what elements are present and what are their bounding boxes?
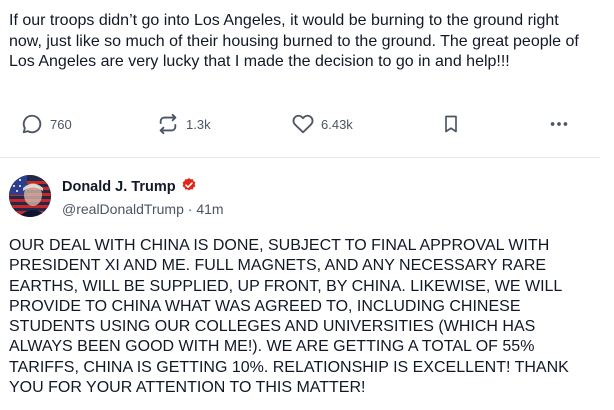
previous-post-actions: 760 1.3k 6.43k [0,110,600,138]
timestamp[interactable]: 41m [196,201,223,217]
avatar[interactable] [9,175,51,217]
previous-post-text: If our troops didn’t go into Los Angeles… [9,12,579,70]
like-button[interactable]: 6.43k [292,110,353,138]
reply-button[interactable]: 760 [21,110,72,138]
retruth-button[interactable]: 1.3k [157,110,211,138]
scrollbar[interactable] [600,0,614,410]
retruth-arrows-icon [157,113,179,135]
more-options-button[interactable] [548,110,570,138]
flag-portrait-avatar-icon [9,175,51,217]
handle-line: @realDonaldTrump · 41m [62,201,224,217]
handle[interactable]: @realDonaldTrump [62,201,184,217]
retruth-count: 1.3k [186,116,211,132]
current-post[interactable]: Donald J. Trump @realDonaldTrump · 41m O… [0,158,600,410]
like-count: 6.43k [321,116,353,132]
more-dots-icon [548,113,570,135]
heart-icon [292,113,314,135]
reply-count: 760 [50,116,72,132]
verified-badge-icon [181,177,197,197]
post-text: OUR DEAL WITH CHINA IS DONE, SUBJECT TO … [9,237,569,397]
reply-bubble-icon [21,113,43,135]
display-name: Donald J. Trump [62,179,176,195]
display-name-row[interactable]: Donald J. Trump [62,177,197,197]
previous-post[interactable]: If our troops didn’t go into Los Angeles… [0,0,600,158]
separator: · [183,201,197,217]
bookmark-icon [441,113,461,135]
bookmark-button[interactable] [441,110,461,138]
feed: If our troops didn’t go into Los Angeles… [0,0,600,410]
